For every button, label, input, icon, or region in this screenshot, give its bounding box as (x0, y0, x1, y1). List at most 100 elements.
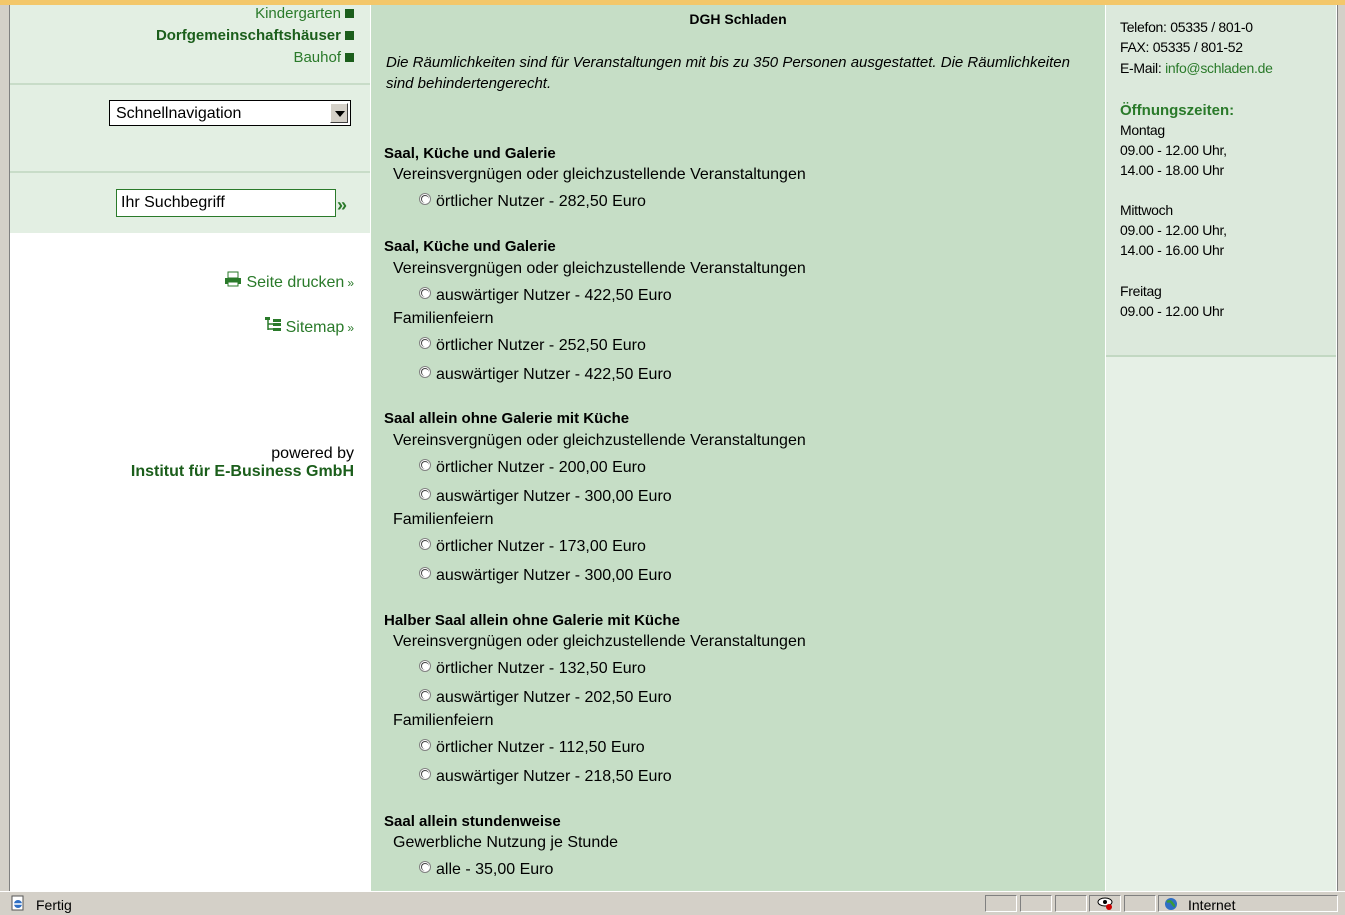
section-subheading: Vereinsvergnügen oder gleichzustellende … (393, 166, 806, 183)
nav-bullet-icon (345, 31, 354, 40)
left-sidebar: Kindergarten Dorfgemeinschaftshäuser Bau… (10, 5, 370, 891)
status-panel (1020, 895, 1052, 912)
section-heading: Saal allein stundenweise (384, 813, 561, 830)
nav-bullet-icon (345, 9, 354, 18)
print-page-label: Seite drucken (246, 274, 345, 291)
ie-page-icon (10, 895, 26, 911)
sitemap-link[interactable]: Sitemap» (264, 316, 354, 337)
nav-item-bauhof[interactable]: Bauhof (293, 49, 354, 66)
radio-button[interactable] (419, 193, 431, 205)
company-link[interactable]: Institut für E-Business GmbH (131, 463, 354, 481)
status-text: Fertig (36, 897, 72, 913)
section-subheading: Vereinsvergnügen oder gleichzustellende … (393, 633, 806, 650)
price-option-label: örtlicher Nutzer - 252,50 Euro (436, 337, 646, 354)
section-subheading: Familienfeiern (393, 712, 494, 729)
nav-item-kindergarten[interactable]: Kindergarten (255, 5, 354, 22)
sitemap-icon (264, 316, 282, 337)
section-heading: Saal, Küche und Galerie (384, 145, 556, 162)
hours-time: 14.00 - 18.00 Uhr (1120, 162, 1224, 178)
nav-item-label: Dorfgemeinschaftshäuser (155, 27, 341, 44)
price-option-label: auswärtiger Nutzer - 202,50 Euro (436, 689, 672, 706)
globe-icon (1165, 898, 1177, 910)
page-title: DGH Schladen (689, 11, 787, 27)
price-option-label: auswärtiger Nutzer - 300,00 Euro (436, 488, 672, 505)
dropdown-arrow-icon[interactable] (330, 103, 348, 123)
price-option-label: örtlicher Nutzer - 112,50 Euro (436, 739, 645, 756)
privacy-panel[interactable] (1089, 895, 1121, 912)
hours-day: Montag (1120, 122, 1165, 138)
quick-nav-select[interactable]: Schnellnavigation (109, 100, 351, 126)
email-label: E-Mail: (1120, 60, 1162, 76)
price-option[interactable]: örtlicher Nutzer - 200,00 Euro (419, 459, 646, 477)
price-option-label: auswärtiger Nutzer - 422,50 Euro (436, 287, 672, 304)
price-option[interactable]: auswärtiger Nutzer - 218,50 Euro (419, 768, 672, 786)
zone-text: Internet (1188, 897, 1236, 913)
price-option-label: örtlicher Nutzer - 132,50 Euro (436, 660, 646, 677)
price-option[interactable]: auswärtiger Nutzer - 422,50 Euro (419, 287, 672, 305)
main-content: DGH Schladen Die Räumlichkeiten sind für… (371, 5, 1105, 891)
main-nav: Kindergarten Dorfgemeinschaftshäuser Bau… (10, 5, 370, 83)
radio-button[interactable] (419, 567, 431, 579)
quick-nav-panel: Schnellnavigation (10, 85, 370, 171)
intro-text: Die Räumlichkeiten sind für Veranstaltun… (386, 54, 1070, 92)
hours-time: 09.00 - 12.00 Uhr, (1120, 142, 1227, 158)
search-input[interactable] (116, 189, 336, 217)
radio-button[interactable] (419, 739, 431, 751)
contact-box: Telefon: 05335 / 801-0 FAX: 05335 / 801-… (1106, 5, 1336, 357)
hours-day: Freitag (1120, 283, 1162, 299)
right-sidebar: Telefon: 05335 / 801-0 FAX: 05335 / 801-… (1106, 5, 1336, 891)
nav-bullet-icon (345, 53, 354, 62)
price-option-label: auswärtiger Nutzer - 300,00 Euro (436, 567, 672, 584)
nav-item-label: Kindergarten (255, 5, 341, 22)
sitemap-label: Sitemap (285, 319, 345, 336)
printer-icon (224, 271, 242, 292)
section-heading: Halber Saal allein ohne Galerie mit Küch… (384, 612, 680, 629)
status-panel (1124, 895, 1156, 912)
quick-nav-selected: Schnellnavigation (116, 105, 242, 122)
nav-item-dorfgemeinschaftshaeuser[interactable]: Dorfgemeinschaftshäuser (156, 27, 354, 44)
price-option[interactable]: örtlicher Nutzer - 252,50 Euro (419, 337, 646, 355)
section-subheading: Vereinsvergnügen oder gleichzustellende … (393, 260, 806, 277)
radio-button[interactable] (419, 538, 431, 550)
price-option[interactable]: örtlicher Nutzer - 112,50 Euro (419, 739, 645, 757)
status-panel (985, 895, 1017, 912)
email-line: E-Mail: info@schladen.de (1120, 60, 1273, 76)
phone-text: Telefon: 05335 / 801-0 (1120, 19, 1253, 35)
radio-button[interactable] (419, 488, 431, 500)
section-heading: Saal allein ohne Galerie mit Küche (384, 410, 630, 427)
section-subheading: Gewerbliche Nutzung je Stunde (393, 834, 619, 851)
radio-button[interactable] (419, 337, 431, 349)
email-link[interactable]: info@schladen.de (1165, 60, 1273, 76)
radio-button[interactable] (419, 689, 431, 701)
radio-button[interactable] (419, 660, 431, 672)
window-frame-right (1337, 5, 1345, 891)
price-option[interactable]: auswärtiger Nutzer - 300,00 Euro (419, 488, 672, 506)
price-option-label: örtlicher Nutzer - 282,50 Euro (436, 193, 646, 210)
price-option-label: auswärtiger Nutzer - 218,50 Euro (436, 768, 672, 785)
price-option[interactable]: auswärtiger Nutzer - 202,50 Euro (419, 689, 672, 707)
status-panel (1055, 895, 1087, 912)
powered-by-text: powered by (271, 445, 354, 462)
print-page-link[interactable]: Seite drucken» (224, 271, 354, 292)
link-arrow: » (347, 321, 354, 335)
privacy-eye-icon (1097, 897, 1113, 910)
search-panel: » (10, 173, 370, 233)
radio-button[interactable] (419, 768, 431, 780)
radio-button[interactable] (419, 366, 431, 378)
price-option-label: örtlicher Nutzer - 200,00 Euro (436, 459, 646, 476)
price-option[interactable]: örtlicher Nutzer - 173,00 Euro (419, 538, 646, 556)
radio-button[interactable] (419, 861, 431, 873)
radio-button[interactable] (419, 459, 431, 471)
search-submit-button[interactable]: » (337, 195, 347, 216)
price-option[interactable]: auswärtiger Nutzer - 422,50 Euro (419, 366, 672, 384)
price-option[interactable]: örtlicher Nutzer - 132,50 Euro (419, 660, 646, 678)
link-arrow: » (347, 276, 354, 290)
window-frame-left (0, 5, 10, 891)
price-option-label: örtlicher Nutzer - 173,00 Euro (436, 538, 646, 555)
price-option[interactable]: auswärtiger Nutzer - 300,00 Euro (419, 567, 672, 585)
price-option[interactable]: örtlicher Nutzer - 282,50 Euro (419, 193, 646, 211)
price-option[interactable]: alle - 35,00 Euro (419, 861, 553, 879)
nav-item-label: Bauhof (293, 49, 341, 66)
opening-hours-heading: Öffnungszeiten: (1120, 102, 1235, 119)
radio-button[interactable] (419, 287, 431, 299)
